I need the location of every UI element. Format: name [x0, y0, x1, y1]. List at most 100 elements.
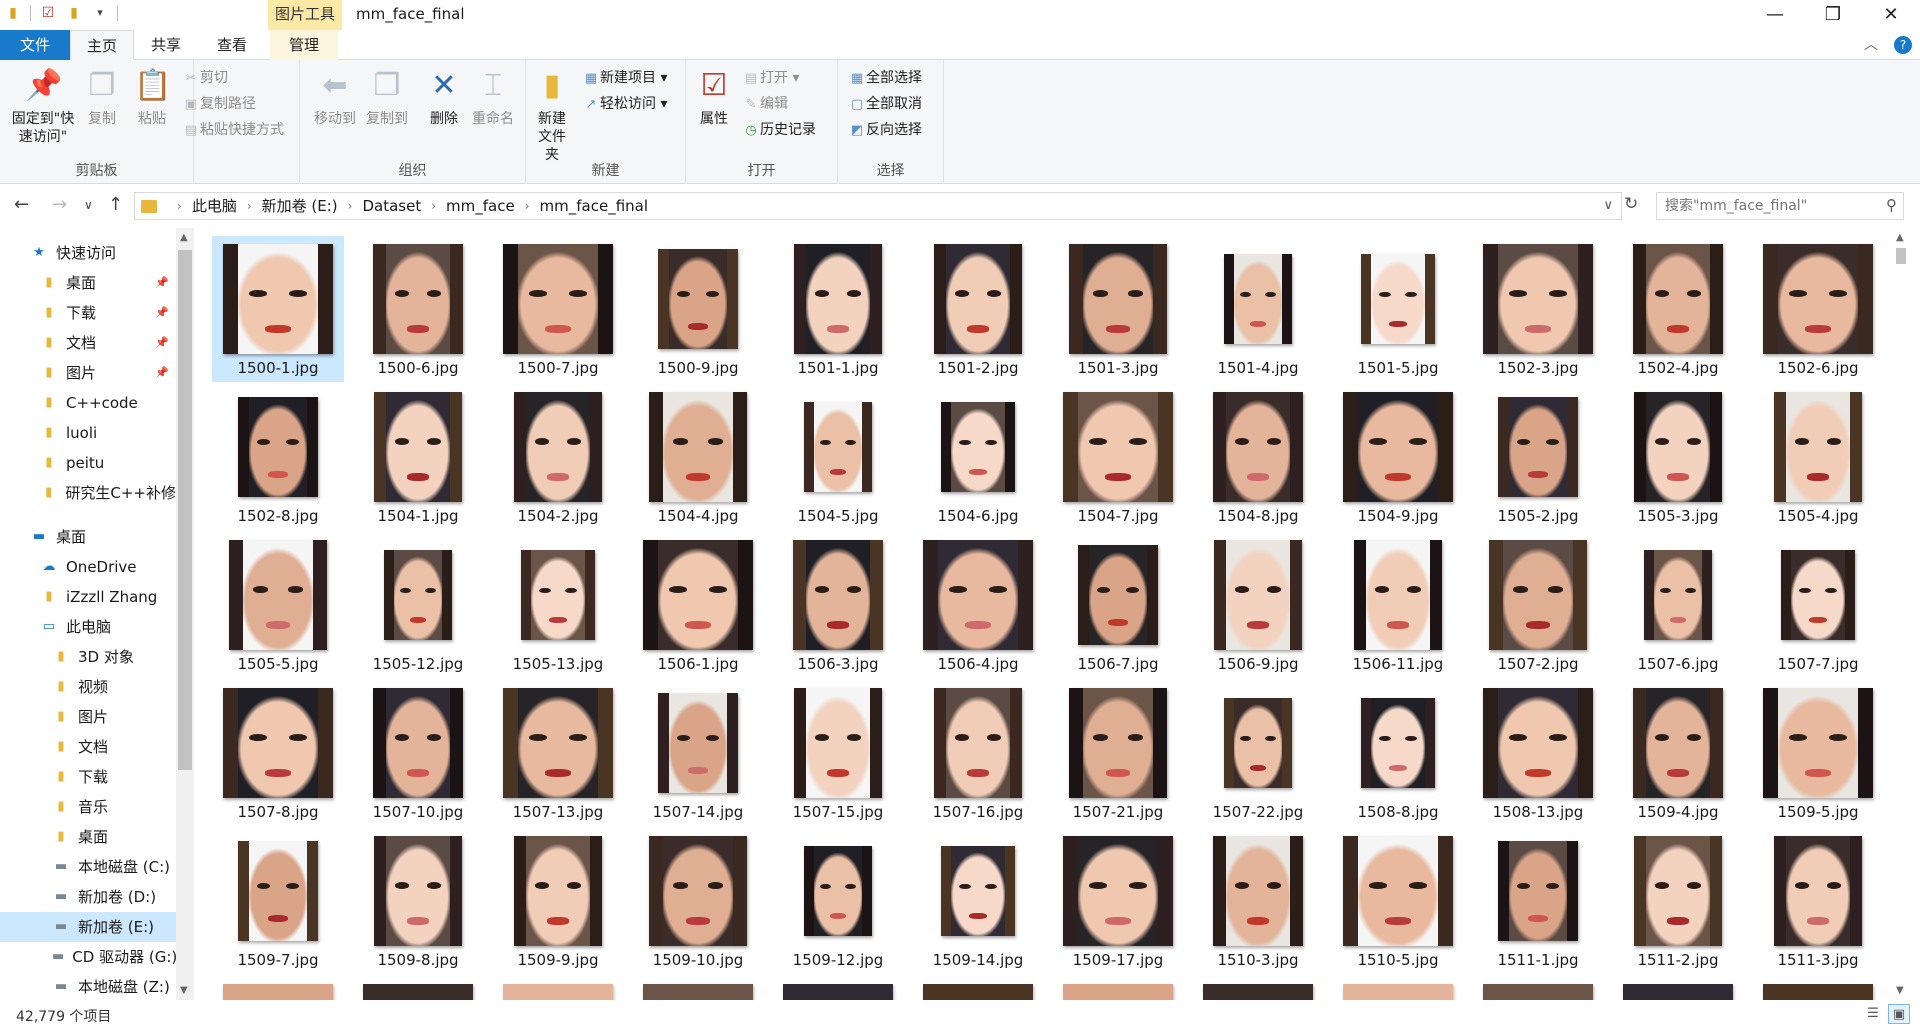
file-tile[interactable]: 1502-3.jpg [1472, 236, 1604, 382]
scroll-down-icon[interactable]: ▼ [180, 985, 188, 996]
file-tile[interactable]: 1509-10.jpg [632, 828, 764, 974]
nav-scroll-thumb[interactable] [178, 250, 192, 770]
nav-item[interactable]: ▮ 下载 📌 [0, 298, 176, 328]
up-arrow-icon[interactable]: ↑ [108, 194, 123, 215]
file-tile[interactable]: 1506-4.jpg [912, 532, 1044, 678]
scroll-up-icon[interactable]: ▲ [1896, 232, 1904, 243]
open-button[interactable]: ▤ 打开 ▾ [742, 68, 800, 89]
file-tile[interactable]: 1507-13.jpg [492, 680, 624, 826]
file-tile[interactable]: 1502-8.jpg [212, 384, 344, 530]
properties-check-icon[interactable]: ☑ [39, 4, 57, 22]
help-icon[interactable]: ? [1894, 36, 1912, 54]
easy-access-button[interactable]: ↗ 轻松访问 ▾ [582, 94, 668, 115]
nav-onedrive[interactable]: ☁ OneDrive [0, 552, 176, 582]
file-tile[interactable]: 1507-15.jpg [772, 680, 904, 826]
file-tile[interactable]: 1506-1.jpg [632, 532, 764, 678]
nav-pc-item[interactable]: ▮ 桌面 [0, 822, 176, 852]
refresh-icon[interactable]: ↻ [1624, 194, 1638, 214]
file-tile[interactable]: 1505-12.jpg [352, 532, 484, 678]
nav-item[interactable]: ▮ 文档 📌 [0, 328, 176, 358]
select-none-button[interactable]: ▢ 全部取消 [848, 94, 922, 115]
breadcrumb-item[interactable]: mm_face [446, 193, 515, 219]
paste-button[interactable]: 📋 粘贴 [130, 66, 174, 128]
copy-button[interactable]: ❐ 复制 [82, 66, 122, 128]
file-tile[interactable]: 1504-9.jpg [1332, 384, 1464, 530]
nav-pc-item[interactable]: ▮ 图片 [0, 702, 176, 732]
file-view-scrollbar[interactable]: ▲ ▼ [1892, 228, 1910, 1000]
breadcrumb-separator-icon[interactable]: › [525, 193, 530, 219]
partial-thumbnail[interactable] [223, 984, 333, 1000]
file-tile[interactable]: 1509-4.jpg [1612, 680, 1744, 826]
file-tile[interactable]: 1511-3.jpg [1752, 828, 1884, 974]
nav-pc-item[interactable]: ▬ 本地磁盘 (C:) [0, 852, 176, 882]
move-to-button[interactable]: ⬅ 移动到 [310, 66, 360, 128]
file-tile[interactable]: 1500-9.jpg [632, 236, 764, 382]
file-tile[interactable]: 1502-6.jpg [1752, 236, 1884, 382]
scroll-up-icon[interactable]: ▲ [180, 232, 188, 243]
tab-manage[interactable]: 管理 [270, 30, 338, 60]
nav-item[interactable]: ▮ luoli [0, 418, 176, 448]
search-box[interactable]: ⚲ [1656, 192, 1904, 220]
nav-item[interactable]: ▮ peitu [0, 448, 176, 478]
partial-thumbnail[interactable] [1483, 984, 1593, 1000]
new-item-button[interactable]: ▦ 新建项目 ▾ [582, 68, 668, 89]
details-view-icon[interactable]: ☰ [1862, 1004, 1884, 1024]
breadcrumb-item[interactable]: 新加卷 (E:) [262, 193, 338, 219]
file-tile[interactable]: 1509-9.jpg [492, 828, 624, 974]
file-tile[interactable]: 1505-2.jpg [1472, 384, 1604, 530]
nav-desktop[interactable]: ▬ 桌面 [0, 522, 176, 552]
file-tile[interactable]: 1509-7.jpg [212, 828, 344, 974]
file-tile[interactable]: 1508-13.jpg [1472, 680, 1604, 826]
file-tile[interactable]: 1501-3.jpg [1052, 236, 1184, 382]
pin-to-quick-access-button[interactable]: 📌 固定到"快速访问" [6, 66, 80, 146]
large-icons-view-icon[interactable]: ▣ [1888, 1004, 1910, 1024]
file-tile[interactable]: 1504-4.jpg [632, 384, 764, 530]
file-tile[interactable]: 1501-2.jpg [912, 236, 1044, 382]
nav-pc-item[interactable]: ▮ 视频 [0, 672, 176, 702]
file-tile[interactable]: 1504-5.jpg [772, 384, 904, 530]
customize-qat-icon[interactable]: ▾ [91, 4, 109, 22]
nav-pc-item[interactable]: ▮ 3D 对象 [0, 642, 176, 672]
file-tile[interactable]: 1507-8.jpg [212, 680, 344, 826]
file-tile[interactable]: 1511-1.jpg [1472, 828, 1604, 974]
tab-home[interactable]: 主页 [70, 30, 134, 61]
partial-thumbnail[interactable] [363, 984, 473, 1000]
select-all-button[interactable]: ▦ 全部选择 [848, 68, 922, 89]
file-tile[interactable]: 1509-12.jpg [772, 828, 904, 974]
file-tile[interactable]: 1500-6.jpg [352, 236, 484, 382]
nav-this-pc[interactable]: ▭ 此电脑 [0, 612, 176, 642]
file-tile[interactable]: 1509-14.jpg [912, 828, 1044, 974]
file-tile[interactable]: 1504-8.jpg [1192, 384, 1324, 530]
file-tile[interactable]: 1507-2.jpg [1472, 532, 1604, 678]
delete-button[interactable]: ✕ 删除 [424, 66, 464, 128]
file-tile[interactable]: 1510-5.jpg [1332, 828, 1464, 974]
paste-shortcut-button[interactable]: ▤ 粘贴快捷方式 [182, 120, 284, 141]
nav-pc-item[interactable]: ▮ 下载 [0, 762, 176, 792]
copy-path-button[interactable]: ▣ 复制路径 [182, 94, 256, 115]
tab-file[interactable]: 文件 [0, 30, 70, 60]
nav-user[interactable]: ▮ iZzzll Zhang [0, 582, 176, 612]
file-tile[interactable]: 1506-7.jpg [1052, 532, 1184, 678]
file-tile[interactable]: 1502-4.jpg [1612, 236, 1744, 382]
nav-pane-scrollbar[interactable]: ▲ ▼ [176, 228, 194, 1000]
search-icon[interactable]: ⚲ [1886, 196, 1897, 214]
breadcrumb-separator-icon[interactable]: › [431, 193, 436, 219]
breadcrumb-item[interactable]: mm_face_final [540, 193, 649, 219]
forward-arrow-icon[interactable]: → [52, 194, 67, 215]
scroll-down-icon[interactable]: ▼ [1896, 985, 1904, 996]
file-tile[interactable]: 1505-13.jpg [492, 532, 624, 678]
file-tile[interactable]: 1506-3.jpg [772, 532, 904, 678]
file-tile[interactable]: 1507-16.jpg [912, 680, 1044, 826]
breadcrumb-item[interactable]: 此电脑 [192, 193, 237, 219]
file-tile[interactable]: 1500-1.jpg [212, 236, 344, 382]
file-tile[interactable]: 1506-9.jpg [1192, 532, 1324, 678]
partial-thumbnail[interactable] [503, 984, 613, 1000]
file-tile[interactable]: 1509-17.jpg [1052, 828, 1184, 974]
file-tile[interactable]: 1501-5.jpg [1332, 236, 1464, 382]
address-bar[interactable]: › 此电脑 › 新加卷 (E:) › Dataset › mm_face › mm_face_fi… [134, 192, 1622, 220]
tab-view[interactable]: 查看 [206, 30, 258, 60]
file-tile[interactable]: 1505-4.jpg [1752, 384, 1884, 530]
nav-item[interactable]: ▮ 图片 📌 [0, 358, 176, 388]
breadcrumb-item[interactable]: Dataset [362, 193, 421, 219]
partial-thumbnail[interactable] [1623, 984, 1733, 1000]
